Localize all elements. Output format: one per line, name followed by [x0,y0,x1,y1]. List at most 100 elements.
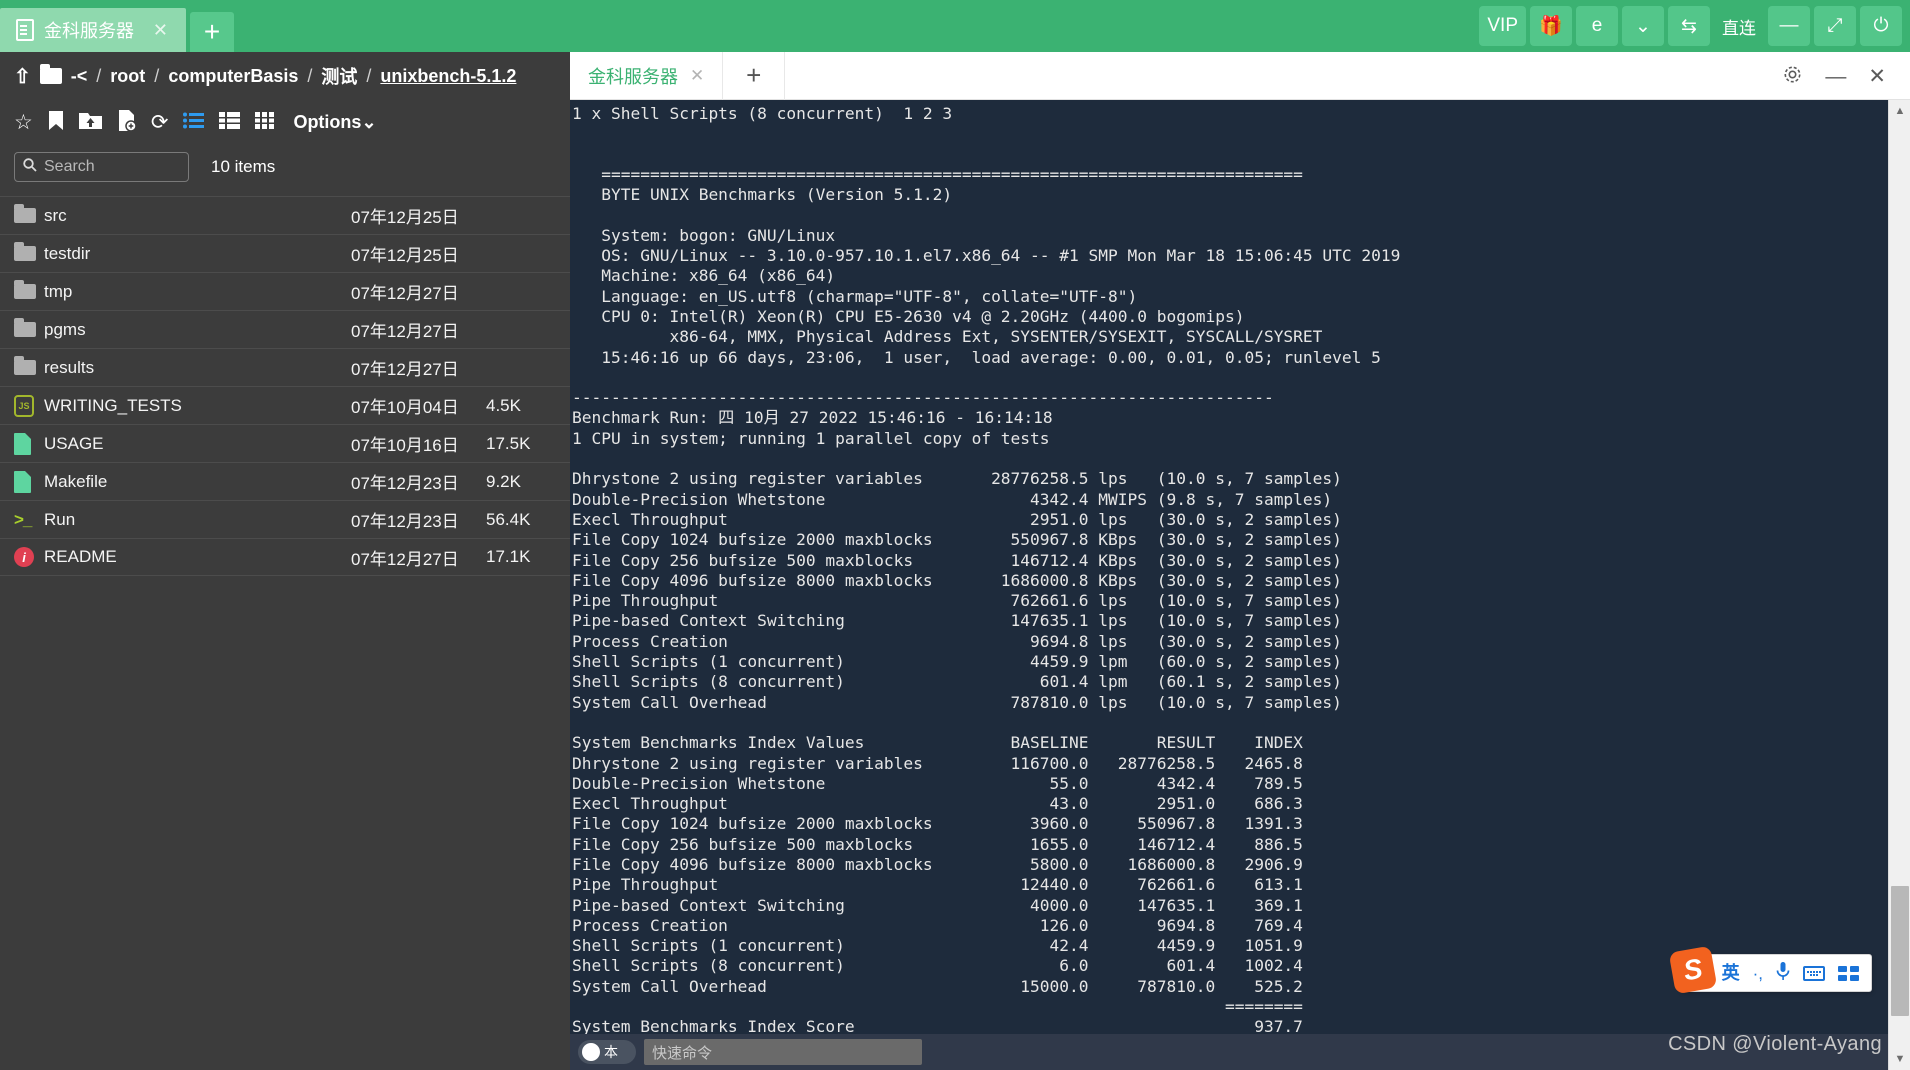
minimize-button[interactable]: — [1825,66,1846,87]
file-list-item[interactable]: pgms07年12月27日 [0,310,570,348]
sogou-logo-icon[interactable]: S [1668,946,1717,995]
item-count-label: 10 items [211,157,275,177]
direct-connect-button[interactable]: 直连 [1714,6,1764,46]
readme-info-icon: i [14,547,34,567]
file-date: 07年10月16日 [351,431,486,456]
refresh-icon[interactable]: ⟳ [151,112,169,133]
file-date: 07年12月25日 [351,203,486,228]
scroll-up-arrow-icon[interactable]: ▲ [1889,100,1910,122]
go-up-icon[interactable]: ⇧ [14,64,31,89]
breadcrumb-separator: / [96,66,101,87]
file-size: 17.5K [486,434,556,454]
file-name: USAGE [44,434,351,454]
upload-folder-icon[interactable] [79,110,102,134]
transfer-button[interactable]: ⇆ [1668,6,1710,46]
terminal-tab-label: 金科服务器 [588,63,678,89]
file-manager-toolbar: ☆ ⟳ [0,100,570,144]
minimize-button[interactable]: — [1768,6,1810,46]
file-list-item[interactable]: results07年12月27日 [0,348,570,386]
close-icon[interactable]: ✕ [690,66,704,86]
file-list-item[interactable]: Makefile07年12月23日9.2K [0,462,570,500]
detail-view-icon[interactable] [219,112,240,133]
file-list-item[interactable]: i README07年12月27日17.1K [0,538,570,576]
ime-mode-toggle[interactable]: 本 [578,1040,636,1064]
search-input[interactable]: Search [14,152,189,182]
terminal-output[interactable]: 1 x Shell Scripts (8 concurrent) 1 2 3 =… [570,100,1888,1070]
file-name: Run [44,510,351,530]
terminal-window-buttons: — ✕ [1782,52,1900,100]
session-tab-label: 金科服务器 [44,17,137,43]
folder-icon [14,360,36,375]
folder-icon [14,284,36,299]
file-name: README [44,547,351,567]
file-name: src [44,206,351,226]
favorite-star-icon[interactable]: ☆ [14,112,33,133]
document-icon [14,471,31,493]
file-list-item[interactable]: USAGE07年10月16日17.5K [0,424,570,462]
terminal-scrollbar[interactable]: ▲ ▼ [1888,100,1910,1070]
breadcrumb-segment-unixbench[interactable]: unixbench-5.1.2 [380,66,516,87]
new-terminal-tab-button[interactable]: + [723,52,785,100]
terminal-tab-bar: 金科服务器 ✕ + — ✕ [570,52,1910,100]
close-icon[interactable]: ✕ [147,20,174,41]
quick-command-input[interactable]: 快速命令 [644,1039,922,1065]
sogou-ime-toolbar: S 英 ·, [1681,954,1872,992]
file-name: results [44,358,351,378]
terminal-body: 1 x Shell Scripts (8 concurrent) 1 2 3 =… [570,100,1910,1070]
ime-keyboard-icon[interactable] [1803,966,1825,981]
file-size: 56.4K [486,510,556,530]
file-list-item[interactable]: testdir07年12月25日 [0,234,570,272]
file-list-item[interactable]: src07年12月25日 [0,196,570,234]
bookmark-icon[interactable] [48,110,64,135]
file-list: src07年12月25日testdir07年12月25日tmp07年12月27日… [0,196,570,576]
file-date: 07年10月04日 [351,393,486,418]
search-placeholder: Search [44,158,95,176]
file-list-item[interactable]: tmp07年12月27日 [0,272,570,310]
breadcrumb-root[interactable]: -< [71,66,88,87]
file-size: 4.5K [486,396,556,416]
file-list-item[interactable]: JS WRITING_TESTS07年10月04日4.5K [0,386,570,424]
scroll-down-arrow-icon[interactable]: ▼ [1889,1048,1910,1070]
ime-language-toggle[interactable]: 英 [1722,964,1740,982]
new-session-tab-button[interactable]: + [190,12,234,52]
file-name: WRITING_TESTS [44,396,351,416]
terminal-tab[interactable]: 金科服务器 ✕ [570,52,723,100]
fullscreen-button[interactable]: ⤢ [1814,6,1856,46]
close-button[interactable]: ✕ [1868,66,1886,87]
file-date: 07年12月27日 [351,355,486,380]
app-top-bar-actions: VIP 🎁 e ⌄ ⇆ 直连 — ⤢ ⏻ [1479,4,1902,48]
file-date: 07年12月27日 [351,545,486,570]
file-name: pgms [44,320,351,340]
vip-button[interactable]: VIP [1479,6,1526,46]
ime-punctuation-toggle[interactable]: ·, [1753,965,1763,982]
breadcrumb-separator: / [307,66,312,87]
file-name: tmp [44,282,351,302]
terminal-output-text: 1 x Shell Scripts (8 concurrent) 1 2 3 =… [572,104,1400,1070]
breadcrumb-segment-computerbasis[interactable]: computerBasis [168,66,298,87]
file-name: Makefile [44,472,351,492]
options-button[interactable]: Options⌄ [293,112,376,133]
ie-browser-button[interactable]: e [1576,6,1618,46]
list-view-icon[interactable] [183,112,204,133]
folder-icon [14,246,36,261]
breadcrumb: ⇧ -< / root / computerBasis / 测试 / unixb… [0,52,570,100]
breadcrumb-segment-root[interactable]: root [110,66,145,87]
scrollbar-thumb[interactable] [1891,886,1909,1016]
breadcrumb-separator: / [366,66,371,87]
power-button[interactable]: ⏻ [1860,6,1902,46]
file-name: testdir [44,244,351,264]
session-tab[interactable]: 金科服务器 ✕ [0,8,186,52]
js-file-icon: JS [14,395,34,417]
chevron-down-button[interactable]: ⌄ [1622,6,1664,46]
file-list-item[interactable]: >_Run07年12月23日56.4K [0,500,570,538]
ime-toolbox-icon[interactable] [1838,966,1859,981]
gift-button[interactable]: 🎁 [1530,6,1572,46]
ime-voice-input-icon[interactable] [1776,962,1790,984]
grid-view-icon[interactable] [255,112,274,133]
file-size: 9.2K [486,472,556,492]
breadcrumb-segment-test[interactable]: 测试 [321,63,357,89]
new-file-icon[interactable] [117,110,136,135]
settings-gear-icon[interactable] [1782,64,1803,89]
file-size: 17.1K [486,547,556,567]
quick-command-placeholder: 快速命令 [652,1042,712,1063]
